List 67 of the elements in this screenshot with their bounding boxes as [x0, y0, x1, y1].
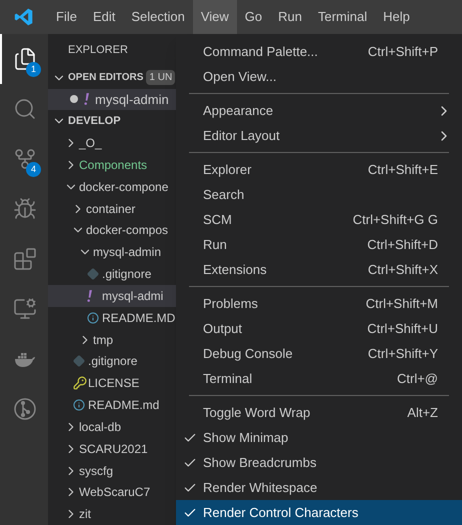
menu-bar-item[interactable]: File [48, 0, 85, 34]
menu-bar-item[interactable]: Help [375, 0, 418, 34]
diamond-icon [87, 268, 99, 280]
tree-item[interactable]: mysql-admi [48, 285, 176, 307]
tree-item[interactable]: syscfg [48, 460, 176, 482]
logo-icon [14, 7, 34, 27]
info-icon [87, 312, 99, 324]
menu-bar-item[interactable]: Selection [123, 0, 193, 34]
tree-item[interactable]: container [48, 198, 176, 220]
tree-item[interactable]: _O_ [48, 132, 176, 154]
menu-item[interactable]: Render Whitespace [176, 475, 462, 500]
graph-icon [13, 397, 37, 421]
menu-item[interactable]: Render Control Characters [176, 500, 462, 525]
tree-item[interactable]: tmp [48, 328, 176, 350]
menu-item[interactable]: Search [176, 182, 462, 207]
menu-item[interactable]: Debug Console Ctrl+Shift+Y [176, 341, 462, 366]
activity-bar-button[interactable]: 4 [0, 134, 48, 184]
tree-item[interactable]: .gitignore [48, 263, 176, 286]
monitor-icon [13, 297, 37, 321]
menu-item[interactable]: Appearance [176, 98, 462, 123]
menu-item[interactable]: Command Palette... Ctrl+Shift+P [176, 39, 462, 64]
menu-item[interactable]: Show Breadcrumbs [176, 450, 462, 475]
files-icon [13, 47, 37, 71]
tree-item[interactable]: SCARU2021 [48, 438, 176, 460]
menu-item[interactable]: Terminal Ctrl+@ [176, 366, 462, 391]
unsaved-badge: 1 UN [146, 70, 176, 86]
menu-bar-item[interactable]: Go [236, 0, 270, 34]
tree-item[interactable]: docker-compos [48, 220, 176, 242]
tree-item[interactable]: local-db [48, 416, 176, 438]
menu-item[interactable]: SCM Ctrl+Shift+G G [176, 207, 462, 232]
count-badge: 4 [26, 162, 41, 177]
tree-item[interactable]: README.md [48, 394, 176, 416]
diamond-icon [73, 355, 85, 368]
menu-bar-item[interactable]: View [192, 0, 237, 34]
tree-item[interactable]: .gitignore [48, 350, 176, 372]
menu-item[interactable]: Extensions Ctrl+Shift+X [176, 257, 462, 282]
menu-item[interactable]: Open View... [176, 64, 462, 89]
menu-item[interactable]: Toggle Word Wrap Alt+Z [176, 400, 462, 425]
menu-item[interactable]: Explorer Ctrl+Shift+E [176, 157, 462, 182]
menu-item[interactable]: Show Minimap [176, 425, 462, 450]
tree-item[interactable]: Components [48, 154, 176, 176]
menu-item[interactable]: Editor Layout [176, 123, 462, 148]
tree-item[interactable]: LICENSE [48, 372, 176, 394]
exclamation-icon [87, 290, 92, 302]
menu-item[interactable]: Run Ctrl+Shift+D [176, 232, 462, 257]
sidebar-title: EXPLORER [67, 43, 129, 58]
exclamation-icon [84, 93, 89, 106]
tree-item[interactable]: WebScaruC7 [48, 481, 176, 504]
section-header[interactable]: OPEN EDITORS 1 UN [48, 66, 176, 89]
tree-item[interactable]: README.MD [48, 306, 176, 329]
search-icon [13, 97, 37, 121]
count-badge: 1 [26, 62, 41, 77]
menu-bar-item[interactable]: Terminal [310, 0, 376, 34]
tree-item[interactable]: zit [48, 503, 176, 525]
menu-bar-item[interactable]: Edit [84, 0, 124, 34]
key-icon [73, 376, 87, 390]
blocks-icon [13, 247, 37, 271]
section-header[interactable]: DEVELOP [48, 110, 176, 132]
open-editor-item[interactable]: mysql-admin [48, 88, 176, 110]
tree-item[interactable]: mysql-admin [48, 241, 176, 264]
info-icon [73, 399, 85, 412]
menu-item[interactable]: Output Ctrl+Shift+U [176, 316, 462, 341]
branch-icon [13, 147, 37, 171]
bug-icon [13, 197, 37, 221]
menu-bar-item[interactable]: Run [270, 0, 310, 34]
tree-item[interactable]: docker-compone [48, 176, 176, 198]
menu-item[interactable]: Problems Ctrl+Shift+M [176, 291, 462, 316]
